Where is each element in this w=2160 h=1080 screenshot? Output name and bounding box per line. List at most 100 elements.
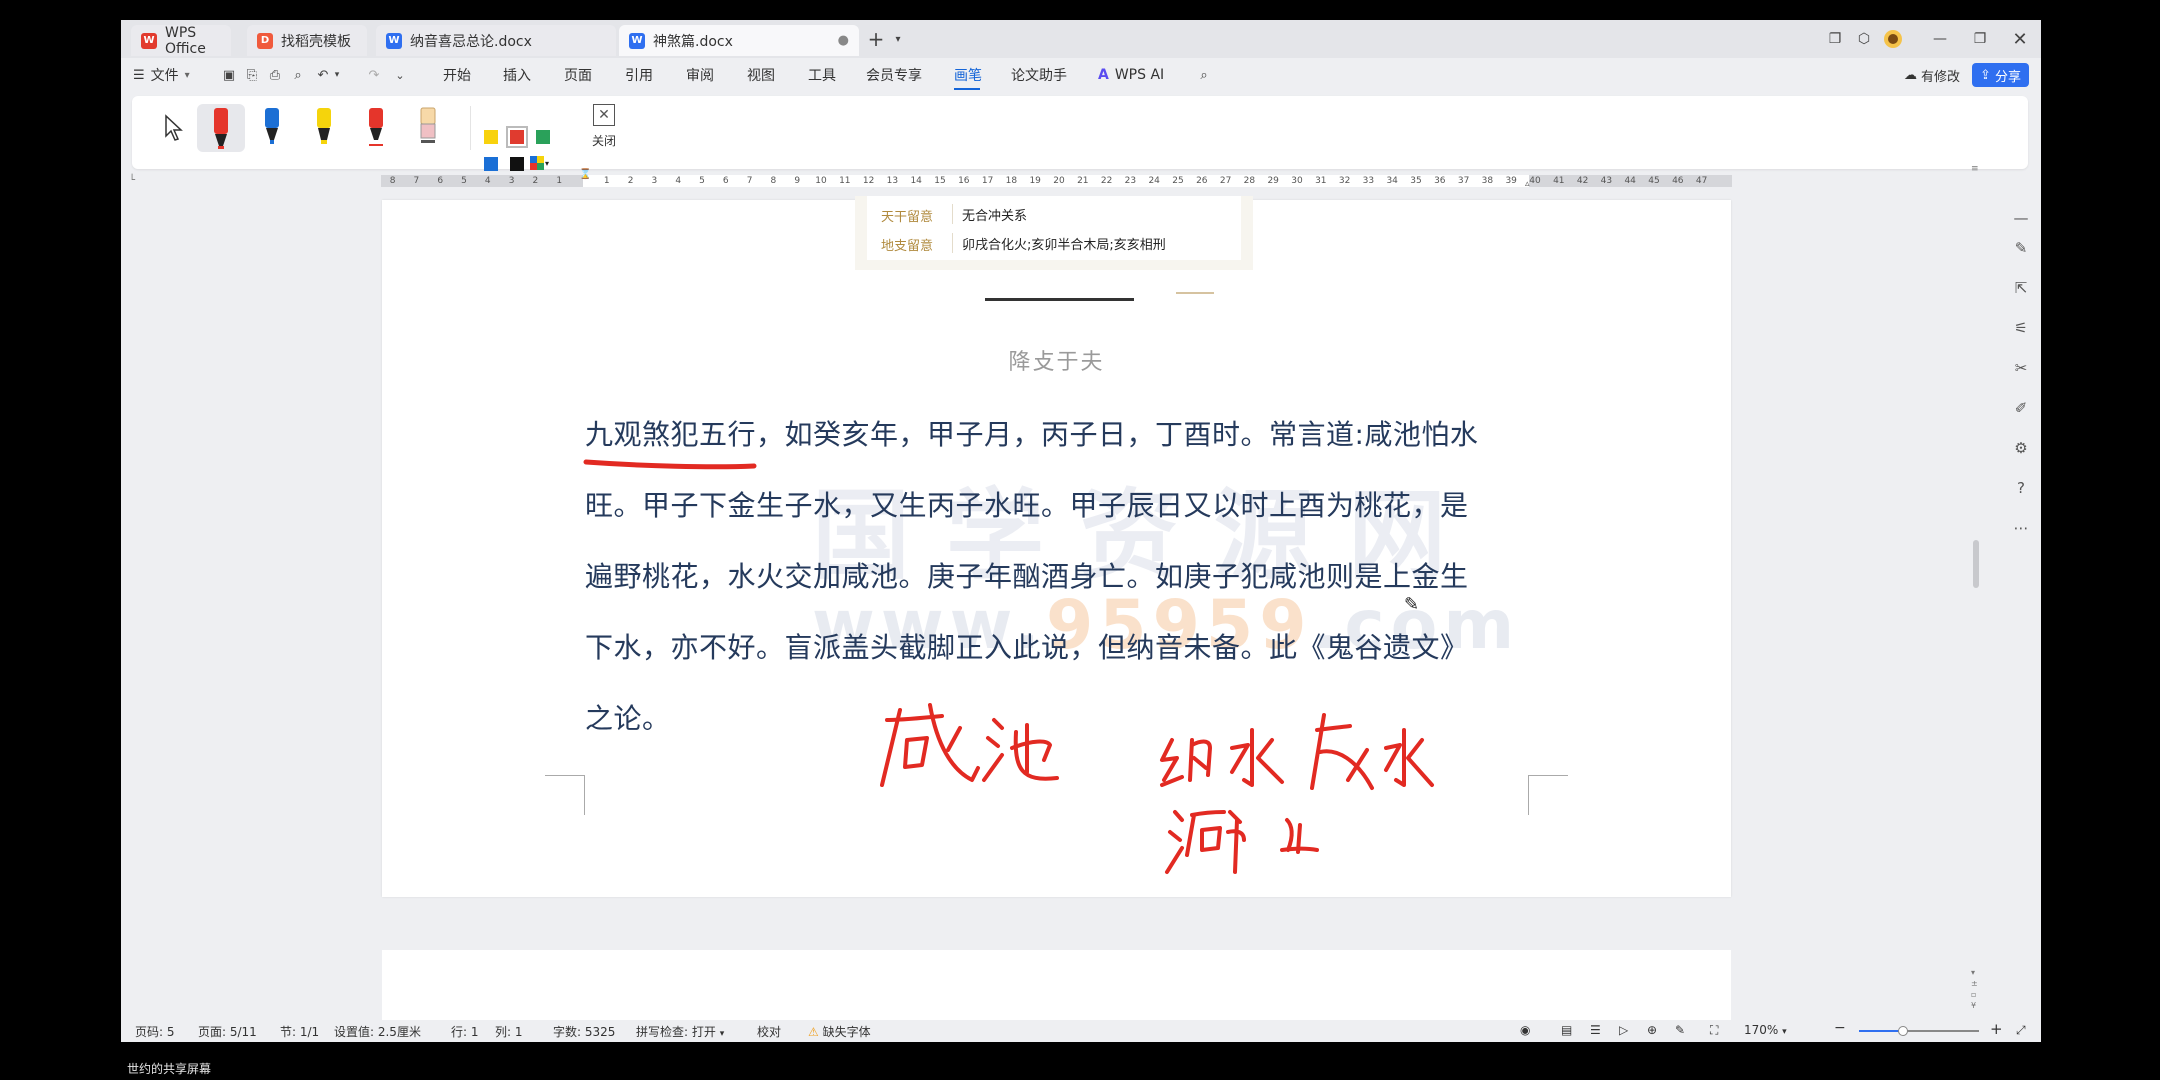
menu-start[interactable]: 开始: [443, 58, 471, 92]
status-row[interactable]: 行: 1: [451, 1023, 479, 1040]
close-window-icon[interactable]: ✕: [2009, 28, 2031, 50]
minimize-icon[interactable]: —: [1929, 28, 1951, 50]
eye-protection-icon[interactable]: ◉: [1520, 1023, 1530, 1037]
yellow-highlighter-icon[interactable]: [300, 104, 348, 152]
new-tab-icon[interactable]: +: [865, 27, 887, 51]
fullscreen-icon[interactable]: ⤢: [2016, 1023, 2026, 1038]
status-page-number[interactable]: 页码: 5: [135, 1023, 175, 1040]
cube-icon[interactable]: ⬡: [1853, 28, 1875, 50]
red-marker-icon[interactable]: [197, 104, 245, 152]
info-value: 无合冲关系: [962, 209, 1028, 224]
color-swatch-blue[interactable]: [484, 157, 498, 171]
tab-label: 纳音喜忌总论.docx: [410, 33, 532, 50]
play-icon[interactable]: ▷: [1619, 1023, 1628, 1037]
save-icon[interactable]: ▣: [221, 67, 237, 83]
paragraph-line[interactable]: 旺。甲子下金生子水，又生丙子水旺。甲子辰日又以时上酉为桃花，是: [585, 484, 1469, 524]
share-button[interactable]: ⇪ 分享: [1972, 63, 2029, 87]
zoom-slider-knob[interactable]: [1898, 1026, 1909, 1036]
tab-nayin-doc[interactable]: W 纳音喜忌总论.docx: [376, 25, 616, 56]
document-page[interactable]: 天干留意 无合冲关系 地支留意 卯戌合化火;亥卯半合木局;亥亥相刑 降攴于夫 国…: [382, 196, 1731, 897]
more-icon[interactable]: ⋯: [2011, 518, 2031, 538]
right-indent-marker[interactable]: ▵: [1525, 179, 1530, 189]
tab-stop-marker[interactable]: └: [129, 175, 135, 186]
color-swatch-green[interactable]: [536, 130, 550, 144]
outline-view-icon[interactable]: ☰: [1590, 1023, 1601, 1037]
paragraph-line[interactable]: 遍野桃花，水火交加咸池。庚子年酗酒身亡。如庚子犯咸池则是上金生: [585, 555, 1469, 595]
fit-page-icon[interactable]: ⛶: [1710, 1023, 1718, 1038]
status-words[interactable]: 字数: 5325: [553, 1023, 615, 1040]
zoom-out-icon[interactable]: −: [1834, 1020, 1846, 1036]
vertical-scrollbar[interactable]: ≡ ▾ ± ▫ ¥: [1971, 164, 1979, 1027]
web-view-icon[interactable]: ⊕: [1647, 1023, 1657, 1037]
menu-member[interactable]: 会员专享: [866, 58, 922, 92]
ink-stroke: [1192, 756, 1208, 770]
adjust-sliders-icon[interactable]: ⚟: [2011, 318, 2031, 338]
pen-tool-icon[interactable]: ✎: [2011, 238, 2031, 258]
eraser-icon[interactable]: [404, 104, 452, 152]
menu-insert[interactable]: 插入: [503, 58, 531, 92]
ruler-tick-label: 19: [1029, 176, 1041, 186]
status-page[interactable]: 页面: 5/11: [198, 1023, 257, 1040]
paragraph-line[interactable]: 下水，亦不好。盲派盖头截脚正入此说，但纳音未备。此《鬼谷遗文》: [585, 626, 1469, 666]
close-pen-button[interactable]: ✕ 关闭: [586, 104, 622, 152]
scroll-up-icon[interactable]: ≡: [1971, 164, 1979, 174]
menu-tools[interactable]: 工具: [808, 58, 836, 92]
tools-icon[interactable]: ✂: [2011, 358, 2031, 378]
page-view-icon[interactable]: ▤: [1561, 1023, 1572, 1037]
status-section[interactable]: 节: 1/1: [280, 1023, 319, 1040]
window-layout-icon[interactable]: ❐: [1824, 28, 1846, 50]
status-missing-font[interactable]: ⚠ 缺失字体: [808, 1023, 871, 1040]
redo-icon[interactable]: ↷: [366, 67, 382, 83]
help-icon[interactable]: ?: [2011, 478, 2031, 498]
horizontal-ruler[interactable]: 8 7 6 5 4 3 2 1 1 2 3 4 5 6 7 8 9 10 11 12 13 14 15 16 17 18 19 20 2…: [381, 169, 1732, 189]
file-menu[interactable]: ☰ 文件 ▾: [133, 58, 190, 92]
menu-pen[interactable]: 画笔: [954, 58, 982, 92]
status-proofread[interactable]: 校对: [757, 1023, 781, 1040]
tab-close-dot-icon[interactable]: ●: [838, 33, 849, 48]
color-swatch-red[interactable]: [506, 126, 528, 148]
edit-doc-icon[interactable]: ✐: [2011, 398, 2031, 418]
cloud-sync-icon[interactable]: ⚙: [2011, 438, 2031, 458]
left-indent-marker[interactable]: ⌛: [579, 169, 591, 180]
menu-review[interactable]: 审阅: [686, 58, 714, 92]
tab-shensha-doc[interactable]: W 神煞篇.docx ●: [619, 25, 859, 56]
zoom-level[interactable]: 170% ▾: [1744, 1023, 1787, 1037]
ink-stroke: [1160, 738, 1179, 782]
output-pdf-icon[interactable]: ⎘: [244, 67, 260, 83]
red-pen-icon[interactable]: [352, 104, 400, 152]
page-nav-icons[interactable]: ▾ ± ▫ ¥: [1971, 967, 1978, 1011]
status-col[interactable]: 列: 1: [495, 1023, 523, 1040]
tab-list-chevron-icon[interactable]: ▾: [887, 28, 909, 50]
menu-wps-ai[interactable]: A WPS AI: [1098, 58, 1164, 92]
maximize-icon[interactable]: ❐: [1969, 28, 1991, 50]
ruler-tick-label: 44: [1624, 176, 1636, 186]
blue-pen-icon[interactable]: [248, 104, 296, 152]
menu-paper-assistant[interactable]: 论文助手: [1011, 58, 1067, 92]
menu-page[interactable]: 页面: [564, 58, 592, 92]
menu-view[interactable]: 视图: [747, 58, 775, 92]
paragraph-line[interactable]: 九观煞犯五行，如癸亥年，甲子月，丙子日，丁酉时。常言道:咸池怕水: [585, 413, 1478, 453]
status-setting[interactable]: 设置值: 2.5厘米: [334, 1023, 421, 1040]
status-spellcheck[interactable]: 拼写检查: 打开 ▾: [636, 1023, 724, 1040]
pen-mode-icon[interactable]: ✎: [1675, 1023, 1685, 1037]
more-colors-icon[interactable]: ▾: [530, 154, 552, 172]
color-swatch-yellow[interactable]: [484, 130, 498, 144]
avatar[interactable]: [1882, 28, 1904, 50]
zoom-in-icon[interactable]: +: [1990, 1020, 2003, 1038]
scrollbar-thumb[interactable]: [1973, 540, 1979, 588]
tab-wps-office[interactable]: W WPS Office: [131, 25, 231, 57]
zoom-slider[interactable]: [1859, 1026, 1979, 1036]
select-tool-icon[interactable]: ⇱: [2011, 278, 2031, 298]
tab-docer[interactable]: D 找稻壳模板: [247, 25, 367, 56]
paragraph-line[interactable]: 之论。: [585, 697, 671, 737]
print-icon[interactable]: ⎙: [267, 67, 283, 83]
color-swatch-black[interactable]: [510, 157, 524, 171]
select-pointer-icon[interactable]: [150, 104, 198, 152]
collapse-dash-icon[interactable]: —: [2011, 208, 2031, 228]
undo-chevron-icon[interactable]: ▾: [329, 67, 345, 83]
more-chevron-icon[interactable]: ⌄: [392, 67, 408, 83]
modified-status-button[interactable]: ☁ 有修改: [1904, 64, 1960, 86]
menu-reference[interactable]: 引用: [625, 58, 653, 92]
search-icon[interactable]: ⌕: [1196, 67, 1212, 83]
print-preview-icon[interactable]: ⌕: [290, 67, 306, 83]
